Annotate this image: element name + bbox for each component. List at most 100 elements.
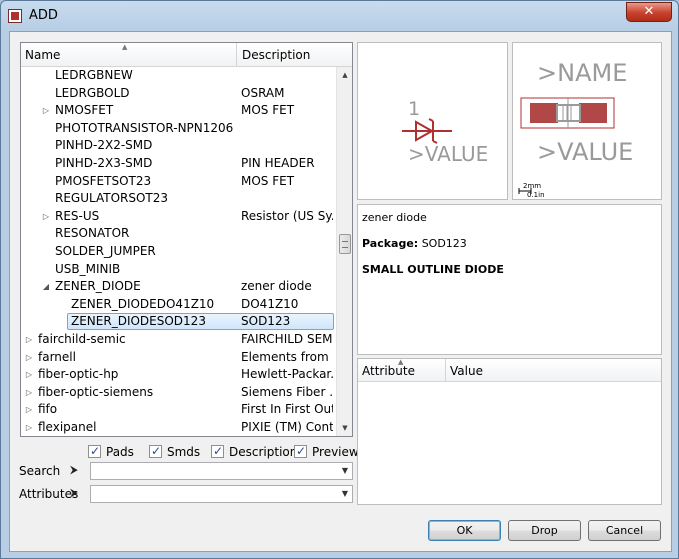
- title-bar[interactable]: ADD ✕: [1, 1, 678, 31]
- tree-row[interactable]: ZENER_DIODESOD123 SOD123: [21, 313, 337, 331]
- tree-scrollbar[interactable]: ▲ ▼: [336, 67, 352, 436]
- tree-row-name: flexipanel: [38, 419, 97, 434]
- tree-row[interactable]: ▷ flexipanel PIXIE (TM) Cont...: [21, 419, 337, 436]
- tree-row[interactable]: USB_MINIB: [21, 261, 337, 279]
- package-label: Package:: [362, 237, 419, 250]
- tree-row[interactable]: PINHD-2X2-SMD: [21, 137, 337, 155]
- tree-row-description: PIXIE (TM) Cont...: [241, 419, 333, 434]
- tree-row[interactable]: ▷ RES-US Resistor (US Sy...: [21, 208, 337, 226]
- attributes-wildcard-icon[interactable]: ⮞: [70, 486, 78, 500]
- column-header-description[interactable]: Description: [238, 43, 336, 67]
- tree-row-name: fiber-optic-hp: [38, 367, 119, 382]
- pads-checkbox[interactable]: Pads: [88, 443, 134, 460]
- tree-row[interactable]: ZENER_DIODEDO41Z10 DO41Z10: [21, 296, 337, 314]
- tree-row-name: NMOSFET: [55, 103, 114, 118]
- tree-row-name: PINHD-2X2-SMD: [55, 138, 153, 153]
- tree-row-name: fiber-optic-siemens: [38, 384, 154, 399]
- expanded-arrow-icon[interactable]: ◢: [41, 278, 51, 296]
- tree-row-name: ZENER_DIODE: [55, 279, 141, 294]
- tree-row[interactable]: ▷ fiber-optic-hp Hewlett-Packar...: [21, 366, 337, 384]
- description-checkbox[interactable]: Description: [211, 443, 297, 460]
- tree-row-name: farnell: [38, 349, 76, 364]
- attributes-combobox[interactable]: ▼: [90, 485, 353, 503]
- tree-row-name: PHOTOTRANSISTOR-NPN1206: [55, 120, 234, 135]
- tree-row[interactable]: ◢ ZENER_DIODE zener diode: [21, 278, 337, 296]
- scroll-down-arrow-icon[interactable]: ▼: [337, 420, 352, 436]
- tree-row-name: LEDRGBNEW: [55, 68, 133, 82]
- scale-mm-text: 2mm: [523, 182, 541, 190]
- tree-row-description: FAIRCHILD SEM...: [241, 331, 333, 346]
- tree-row[interactable]: ▷ fiber-optic-siemens Siemens Fiber ...: [21, 384, 337, 402]
- attribute-table-header: ▲ Attribute Value: [358, 358, 661, 382]
- tree-row[interactable]: PMOSFETSOT23 MOS FET: [21, 173, 337, 191]
- collapsed-arrow-icon[interactable]: ▷: [24, 331, 34, 349]
- column-header-attribute-label: Attribute: [362, 364, 415, 378]
- dropdown-arrow-icon[interactable]: ▼: [342, 489, 348, 498]
- collapsed-arrow-icon[interactable]: ▷: [41, 102, 51, 120]
- tree-row-description: MOS FET: [241, 103, 295, 118]
- library-tree[interactable]: ▲ Name Description LEDRGBNEW LEDRGBOLD OSR…: [20, 42, 353, 437]
- scale-in-text: 0.1in: [527, 191, 545, 199]
- ok-button[interactable]: OK: [428, 520, 501, 541]
- collapsed-arrow-icon[interactable]: ▷: [24, 349, 34, 367]
- column-header-name-label: Name: [25, 48, 61, 62]
- tree-row-description: Siemens Fiber ...: [241, 384, 333, 399]
- tree-row-name: SOLDER_JUMPER: [55, 243, 156, 258]
- pin-number-text: 1: [408, 98, 420, 120]
- collapsed-arrow-icon[interactable]: ▷: [24, 419, 34, 436]
- tree-row[interactable]: RESONATOR: [21, 225, 337, 243]
- search-wildcard-icon[interactable]: ⮞: [70, 463, 78, 477]
- collapsed-arrow-icon[interactable]: ▷: [24, 384, 34, 402]
- package-name-text: >NAME: [537, 59, 627, 87]
- tree-row-name: LEDRGBOLD: [55, 85, 130, 100]
- scroll-thumb[interactable]: [339, 234, 351, 254]
- attribute-table[interactable]: ▲ Attribute Value: [357, 358, 662, 505]
- tree-row[interactable]: ▷ fairchild-semic FAIRCHILD SEM...: [21, 331, 337, 349]
- tree-row[interactable]: PINHD-2X3-SMD PIN HEADER: [21, 155, 337, 173]
- tree-row[interactable]: PHOTOTRANSISTOR-NPN1206: [21, 120, 337, 138]
- tree-row-name: fairchild-semic: [38, 331, 126, 346]
- package-footprint-icon: >NAME >VALUE 2mm 0.1in: [518, 59, 633, 199]
- drop-button[interactable]: Drop: [508, 520, 581, 541]
- symbol-preview[interactable]: 1 >VALUE: [357, 42, 508, 200]
- collapsed-arrow-icon[interactable]: ▷: [41, 208, 51, 226]
- diode-symbol-icon: 1 >VALUE: [402, 98, 488, 166]
- tree-row-description: SOD123: [241, 314, 291, 329]
- tree-row-description: DO41Z10: [241, 296, 299, 311]
- collapsed-arrow-icon[interactable]: ▷: [24, 366, 34, 384]
- preview-checkbox[interactable]: Preview: [294, 443, 359, 460]
- tree-row-name: USB_MINIB: [55, 261, 121, 276]
- description-pane: zener diode Package: SOD123 SMALL OUTLIN…: [357, 204, 662, 355]
- tree-header: ▲ Name Description: [21, 43, 352, 67]
- cancel-button[interactable]: Cancel: [588, 520, 661, 541]
- tree-row[interactable]: ▷ NMOSFET MOS FET: [21, 102, 337, 120]
- package-preview[interactable]: >NAME >VALUE 2mm 0.1in: [512, 42, 662, 200]
- tree-rows: LEDRGBNEW LEDRGBOLD OSRAM ▷ NMOSFET MOS FET PH…: [21, 67, 337, 436]
- dropdown-arrow-icon[interactable]: ▼: [342, 466, 348, 475]
- tree-row-description: PIN HEADER: [241, 155, 315, 170]
- sort-up-icon: ▲: [122, 43, 128, 51]
- tree-row[interactable]: LEDRGBNEW: [21, 67, 337, 85]
- pads-label: Pads: [106, 445, 134, 459]
- tree-row[interactable]: ▷ farnell Elements from ...: [21, 349, 337, 367]
- tree-row-name: fifo: [38, 402, 58, 417]
- tree-row-name: ZENER_DIODESOD123: [71, 314, 206, 329]
- search-combobox[interactable]: ▼: [90, 462, 353, 480]
- tree-row[interactable]: ▷ fifo First In First Out...: [21, 401, 337, 419]
- column-header-description-label: Description: [242, 48, 311, 62]
- tree-row[interactable]: REGULATORSOT23: [21, 190, 337, 208]
- tree-row[interactable]: SOLDER_JUMPER: [21, 243, 337, 261]
- tree-row[interactable]: LEDRGBOLD OSRAM: [21, 85, 337, 103]
- smds-checkbox[interactable]: Smds: [149, 443, 200, 460]
- column-header-value[interactable]: Value: [447, 359, 483, 378]
- column-header-name[interactable]: ▲ Name: [21, 43, 237, 67]
- window-title: ADD: [29, 8, 58, 23]
- close-button[interactable]: ✕: [626, 2, 672, 22]
- sort-up-icon: ▲: [398, 358, 404, 366]
- scroll-up-arrow-icon[interactable]: ▲: [337, 67, 352, 83]
- checkbox-checked-icon: [149, 443, 162, 459]
- column-header-attribute[interactable]: ▲ Attribute: [358, 358, 446, 382]
- collapsed-arrow-icon[interactable]: ▷: [24, 401, 34, 419]
- column-header-value-label: Value: [450, 364, 483, 378]
- package-info: Package: SOD123: [362, 237, 657, 250]
